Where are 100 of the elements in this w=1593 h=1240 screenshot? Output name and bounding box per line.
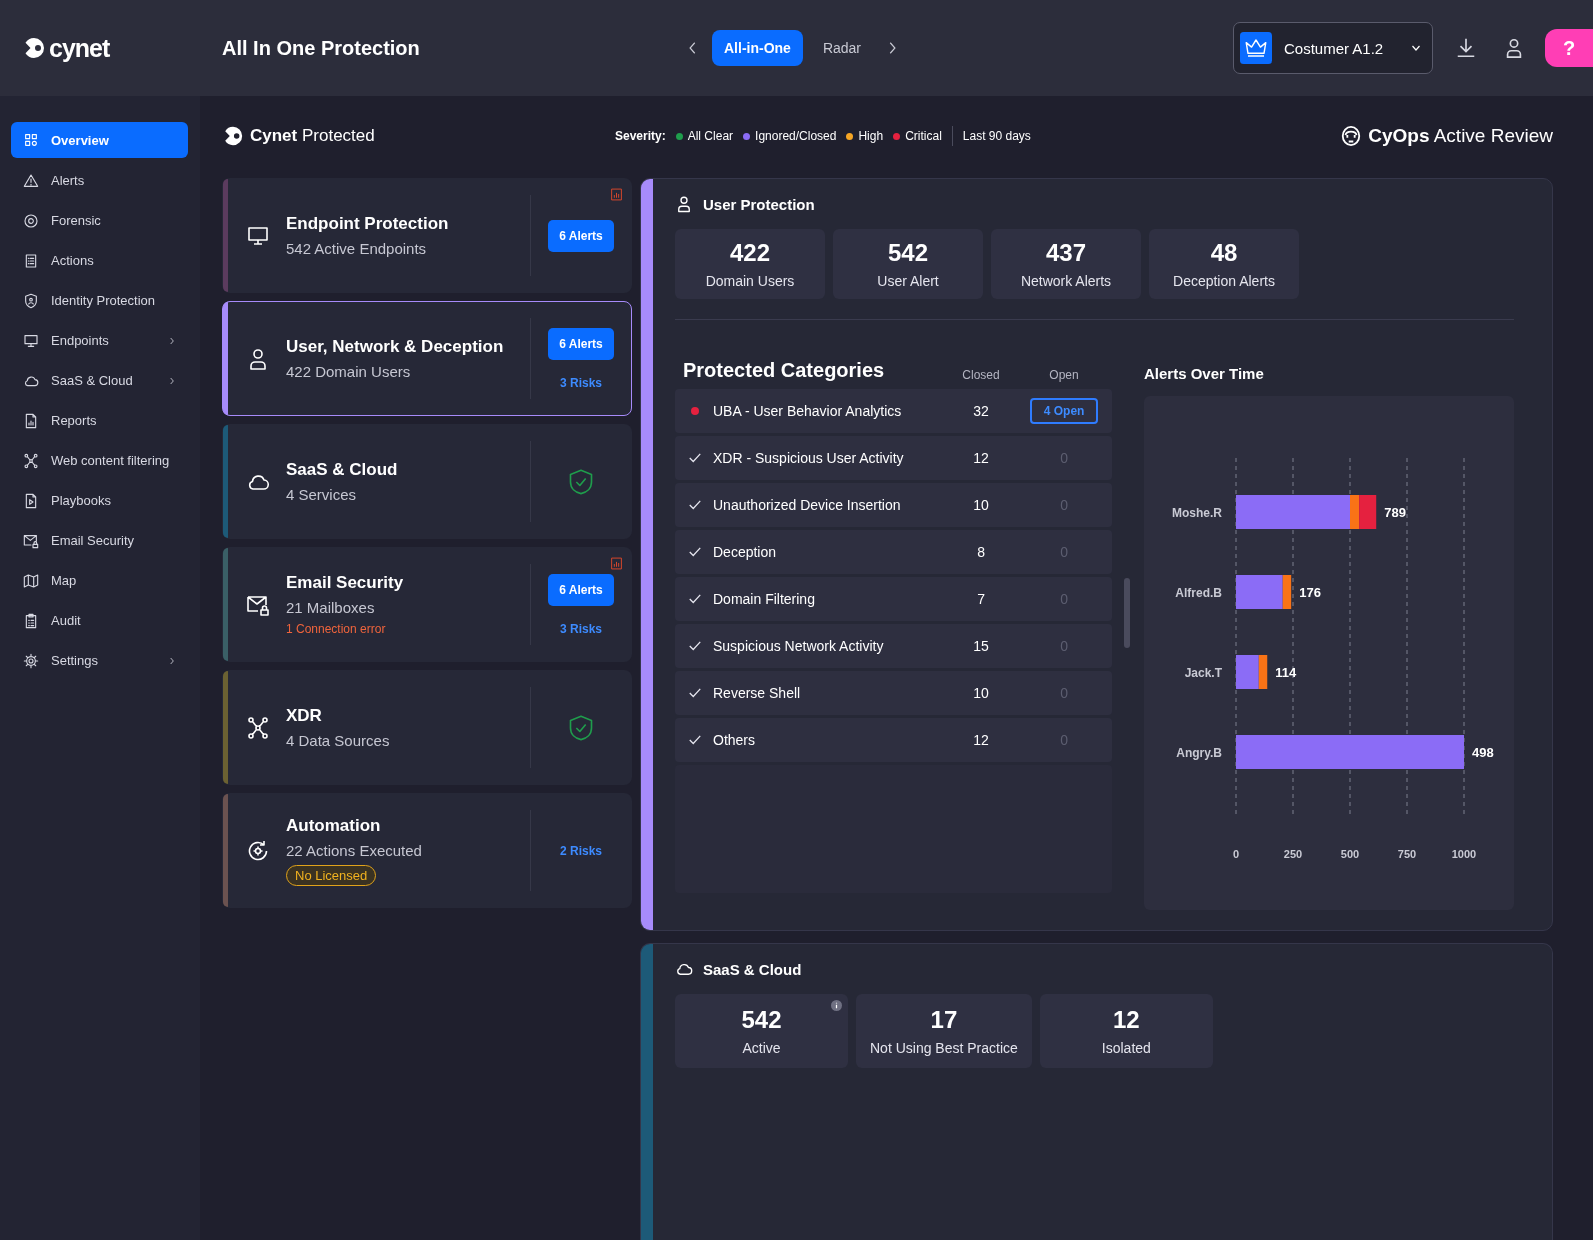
table-cell-text: Others [713,732,756,748]
service-card[interactable]: Email Security 21 Mailboxes 1 Connection error 6 Alerts 3 Risks [222,547,632,662]
service-card[interactable]: Automation 22 Actions Executed No Licensed 2 Risks [222,793,632,908]
table-title: Protected Categories [682,359,886,382]
stat-value: 542 [887,239,928,267]
stat-value: 12 [1113,1006,1140,1034]
page-title: All In One Protection [222,36,421,60]
stat-value: 422 [729,239,770,267]
risks-link[interactable]: 3 Risks [560,621,602,636]
legend-label: Ignored/Closed [755,129,837,143]
sidebar-item[interactable]: Actions [11,243,188,278]
value-label: 789 [1384,505,1406,520]
table-cell-text: 10 [972,685,990,701]
gear-cycle-icon [246,838,270,863]
stat-value: 542 [741,1006,782,1034]
panel-title: User Protection [703,195,815,213]
value-label: 498 [1472,745,1494,760]
legend-label: Critical [905,129,942,143]
sidebar-item[interactable]: Audit [11,603,188,638]
card-title: XDR [286,706,323,726]
customer-select[interactable]: Costumer A1.2 [1233,22,1433,74]
card-subtitle: 22 Actions Executed [286,841,423,859]
alerts-button[interactable]: 6 Alerts [548,573,614,606]
legend-title: Severity: [615,129,666,143]
table-cell-text: 10 [972,497,990,513]
table-cell-text: 12 [972,732,990,748]
clipboard-icon [23,612,39,629]
map-icon [23,572,39,589]
sidebar-item[interactable]: SaaS & Cloud [11,363,188,398]
tick-label: 500 [1340,848,1360,860]
service-card[interactable]: XDR 4 Data Sources [222,670,632,785]
tick-label: 750 [1397,848,1417,860]
table-cell-text: Reverse Shell [713,685,802,701]
legend-label: All Clear [687,129,734,143]
crown-icon [1240,32,1272,64]
axis-label: Angry.B [1176,746,1222,760]
brand-heading: CyOps Active Review [1368,125,1553,147]
grid-icon [23,132,39,148]
document-chart-icon [23,412,39,429]
view-tab[interactable]: Radar [810,30,874,66]
error-text: 1 Connection error [286,622,387,636]
card-title: User, Network & Deception [286,337,505,357]
column-header: Closed [961,368,1001,382]
sidebar-item[interactable]: Reports [11,403,188,438]
sidebar-item[interactable]: Alerts [11,163,188,198]
view-tab[interactable]: All-in-One [712,30,803,66]
info-icon[interactable] [831,1000,842,1011]
sidebar-item[interactable]: Forensic [11,203,188,238]
sidebar-item[interactable]: Identity Protection [11,283,188,318]
network-icon [246,715,270,740]
sidebar-item[interactable]: Overview [11,122,188,158]
service-card[interactable]: Endpoint Protection 542 Active Endpoints 6 Alerts [222,178,632,293]
download-icon [1455,37,1477,59]
card-title: SaaS & Cloud [286,460,399,480]
alerts-button[interactable]: 6 Alerts [548,327,614,360]
target-icon [23,212,39,229]
head-icon [1340,125,1363,147]
axis-label: Moshe.R [1172,506,1222,520]
sidebar-item[interactable]: Playbooks [11,483,188,518]
card-subtitle: 542 Active Endpoints [286,240,428,257]
risks-link[interactable]: 3 Risks [560,375,602,390]
license-badge: No Licensed [286,864,377,886]
sidebar-item[interactable]: Endpoints [11,323,188,358]
date-range-label: Last 90 days [962,129,1031,143]
risks-link[interactable]: 2 Risks [560,843,602,858]
user-icon [675,195,693,213]
alerts-button[interactable]: 6 Alerts [548,219,614,252]
stat-label: User Alert [877,273,939,289]
axis-label: Jack.T [1184,666,1222,680]
open-alerts-button[interactable]: 4 Open [1029,398,1099,424]
sidebar-item[interactable]: Web content filtering [11,443,188,478]
table-row[interactable]: UBA - User Behavior Analytics 32 4 Open [675,389,1113,433]
table-cell-text: 7 [976,591,986,607]
stat-value: 437 [1045,239,1086,267]
bar-chart-icon[interactable] [610,556,623,571]
section-heading: Cynet Protected [250,126,375,146]
sidebar-item[interactable]: Settings [11,643,188,678]
card-title: Endpoint Protection [286,214,450,234]
list-icon [23,252,39,269]
sidebar-item[interactable]: Map [11,563,188,598]
table-cell-text: 15 [972,638,990,654]
value-label: 114 [1275,665,1297,680]
table-cell-text: Deception [713,544,778,560]
tick-label: 0 [1232,848,1240,860]
stat-label: Domain Users [705,273,795,289]
tick-label: 250 [1283,848,1303,860]
card-subtitle: 422 Domain Users [286,363,412,380]
stat-label: Not Using Best Practice [870,1040,1018,1056]
table-cell-text: Suspicious Network Activity [713,638,885,654]
scrollbar-thumb[interactable] [1124,578,1131,648]
sidebar-item[interactable]: Email Security [11,523,188,558]
settings-icon [23,652,39,669]
legend-label: High [858,129,884,143]
service-card[interactable]: SaaS & Cloud 4 Services [222,424,632,539]
service-card[interactable]: User, Network & Deception 422 Domain Users 6 Alerts 3 Risks [222,301,632,416]
chart-title: Alerts Over Time [1144,364,1265,382]
table-cell-text: UBA - User Behavior Analytics [713,403,903,419]
warning-icon [23,172,39,189]
bar-chart-icon[interactable] [610,187,623,202]
stat-label: Isolated [1101,1040,1151,1056]
